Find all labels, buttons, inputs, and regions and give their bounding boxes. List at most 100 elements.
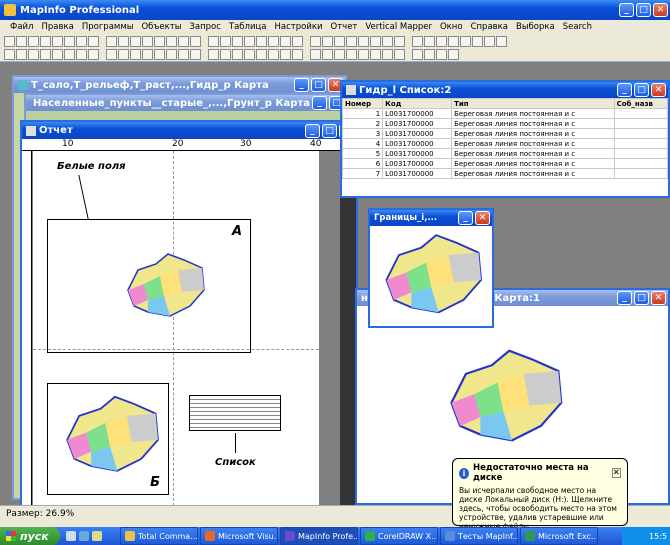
close-button[interactable]: ✕ — [653, 3, 668, 17]
taskbar-item[interactable]: MapInfo Profe... — [280, 527, 358, 545]
table-row[interactable]: 3 L0031700000 Береговая линия постоянная и… — [341, 128, 669, 139]
menu-item[interactable]: Настройки — [271, 22, 327, 32]
toolbar-button-icon[interactable] — [106, 49, 117, 60]
table-row[interactable]: 1 L0031700000 Береговая линия постоянная и… — [341, 108, 669, 119]
toolbar-button-icon[interactable] — [202, 49, 207, 60]
toolbar-button-icon[interactable] — [448, 49, 459, 60]
toolbar-button-icon[interactable] — [382, 49, 393, 60]
toolbar-button-icon[interactable] — [64, 35, 75, 47]
taskbar-item[interactable]: CorelDRAW X... — [360, 527, 438, 545]
toolbar-button-icon[interactable] — [256, 49, 267, 60]
menu-item[interactable]: Vertical Mapper — [361, 22, 436, 32]
menu-item[interactable]: Программы — [78, 22, 138, 32]
table-row[interactable]: 2 L0031700000 Береговая линия постоянная и… — [341, 118, 669, 129]
menu-item[interactable]: Выборка — [512, 22, 559, 32]
balloon-close-icon[interactable]: ✕ — [611, 468, 621, 478]
toolbar-button-icon[interactable] — [484, 35, 495, 47]
toolbar-button-icon[interactable] — [460, 35, 471, 47]
toolbar-button-icon[interactable] — [280, 49, 291, 60]
taskbar-item[interactable]: Total Comma... — [120, 527, 198, 545]
toolbar-button-icon[interactable] — [382, 35, 393, 47]
menu-item[interactable]: Таблица — [225, 22, 271, 32]
toolbar-button-icon[interactable] — [142, 49, 153, 60]
borders-close-button[interactable]: ✕ — [475, 211, 490, 225]
data-table[interactable]: Номер Код Тип Соб_назв 1 L0031700000 Берегова… — [341, 98, 669, 179]
toolbar-button-icon[interactable] — [370, 35, 381, 47]
column-header[interactable]: Тип — [451, 98, 615, 109]
desktop-icon[interactable] — [66, 531, 76, 541]
toolbar-button-icon[interactable] — [100, 36, 105, 47]
toolbar-button-icon[interactable] — [220, 35, 231, 47]
toolbar-button-icon[interactable] — [88, 49, 99, 60]
toolbar-button-icon[interactable] — [28, 35, 39, 47]
layers-minimize-button[interactable]: _ — [294, 78, 309, 92]
toolbar-button-icon[interactable] — [118, 35, 129, 47]
layers-maximize-button[interactable]: □ — [311, 78, 326, 92]
toolbar-button-icon[interactable] — [334, 49, 345, 60]
menu-item[interactable]: Справка — [467, 22, 512, 32]
toolbar-button-icon[interactable] — [232, 35, 243, 47]
toolbar-button-icon[interactable] — [268, 35, 279, 47]
toolbar-button-icon[interactable] — [130, 35, 141, 47]
toolbar-button-icon[interactable] — [178, 35, 189, 47]
toolbar-button-icon[interactable] — [406, 36, 411, 47]
toolbar-button-icon[interactable] — [448, 35, 459, 47]
disk-space-balloon[interactable]: i Недостаточно места на диске ✕ Вы исчерпа… — [452, 458, 628, 531]
column-header[interactable]: Соб_назв — [613, 98, 669, 109]
toolbar-button-icon[interactable] — [412, 49, 423, 60]
list-maximize-button[interactable]: □ — [634, 83, 649, 97]
toolbar-button-icon[interactable] — [424, 49, 435, 60]
settlements-minimize-button[interactable]: _ — [312, 96, 328, 110]
borders-minimize-button[interactable]: _ — [458, 211, 473, 225]
table-row[interactable]: 4 L0031700000 Береговая линия постоянная и… — [341, 138, 669, 149]
toolbar-button-icon[interactable] — [100, 49, 105, 60]
toolbar-button-icon[interactable] — [322, 35, 333, 47]
menu-item[interactable]: Окно — [436, 22, 467, 32]
table-row[interactable]: 7 L0031700000 Береговая линия постоянная и… — [341, 168, 669, 179]
toolbar-button-icon[interactable] — [394, 49, 405, 60]
menu-item[interactable]: Файл — [6, 22, 37, 32]
toolbar-button-icon[interactable] — [394, 35, 405, 47]
start-button[interactable]: пуск — [0, 527, 60, 545]
map-close-button[interactable]: ✕ — [651, 291, 666, 305]
toolbar-button-icon[interactable] — [334, 35, 345, 47]
toolbar-button-icon[interactable] — [52, 35, 63, 47]
toolbar-button-icon[interactable] — [16, 35, 27, 47]
taskbar-item[interactable]: Microsoft Exc... — [520, 527, 598, 545]
toolbar-button-icon[interactable] — [280, 35, 291, 47]
toolbar-button-icon[interactable] — [424, 35, 435, 47]
toolbar-button-icon[interactable] — [4, 49, 15, 60]
toolbar-button-icon[interactable] — [436, 35, 447, 47]
toolbar-button-icon[interactable] — [358, 35, 369, 47]
toolbar-button-icon[interactable] — [76, 35, 87, 47]
report-maximize-button[interactable]: □ — [322, 123, 337, 138]
window-report[interactable]: Отчет _□✕ 10 20 30 40 Белые поля А Б — [20, 120, 358, 508]
toolbar-button-icon[interactable] — [220, 49, 231, 60]
toolbar-button-icon[interactable] — [370, 49, 381, 60]
column-header[interactable]: Код — [382, 98, 453, 109]
list-close-button[interactable]: ✕ — [651, 83, 666, 97]
toolbar-button-icon[interactable] — [436, 49, 447, 60]
toolbar-button-icon[interactable] — [310, 35, 321, 47]
toolbar-button-icon[interactable] — [28, 49, 39, 60]
toolbar-button-icon[interactable] — [130, 49, 141, 60]
taskbar-item[interactable]: Microsoft Visu... — [200, 527, 278, 545]
menu-item[interactable]: Правка — [37, 22, 77, 32]
toolbar-button-icon[interactable] — [244, 49, 255, 60]
toolbar-button-icon[interactable] — [256, 35, 267, 47]
ie-icon[interactable] — [79, 531, 89, 541]
toolbar-button-icon[interactable] — [40, 49, 51, 60]
column-header[interactable]: Номер — [341, 98, 384, 109]
toolbar-button-icon[interactable] — [88, 35, 99, 47]
menu-item[interactable]: Запрос — [185, 22, 225, 32]
toolbar-button-icon[interactable] — [304, 49, 309, 60]
toolbar-button-icon[interactable] — [292, 49, 303, 60]
toolbar-button-icon[interactable] — [232, 49, 243, 60]
toolbar-button-icon[interactable] — [268, 49, 279, 60]
toolbar-button-icon[interactable] — [202, 36, 207, 47]
map-maximize-button[interactable]: □ — [634, 291, 649, 305]
toolbar-button-icon[interactable] — [472, 35, 483, 47]
map-minimize-button[interactable]: _ — [617, 291, 632, 305]
toolbar-button-icon[interactable] — [322, 49, 333, 60]
toolbar-button-icon[interactable] — [244, 35, 255, 47]
